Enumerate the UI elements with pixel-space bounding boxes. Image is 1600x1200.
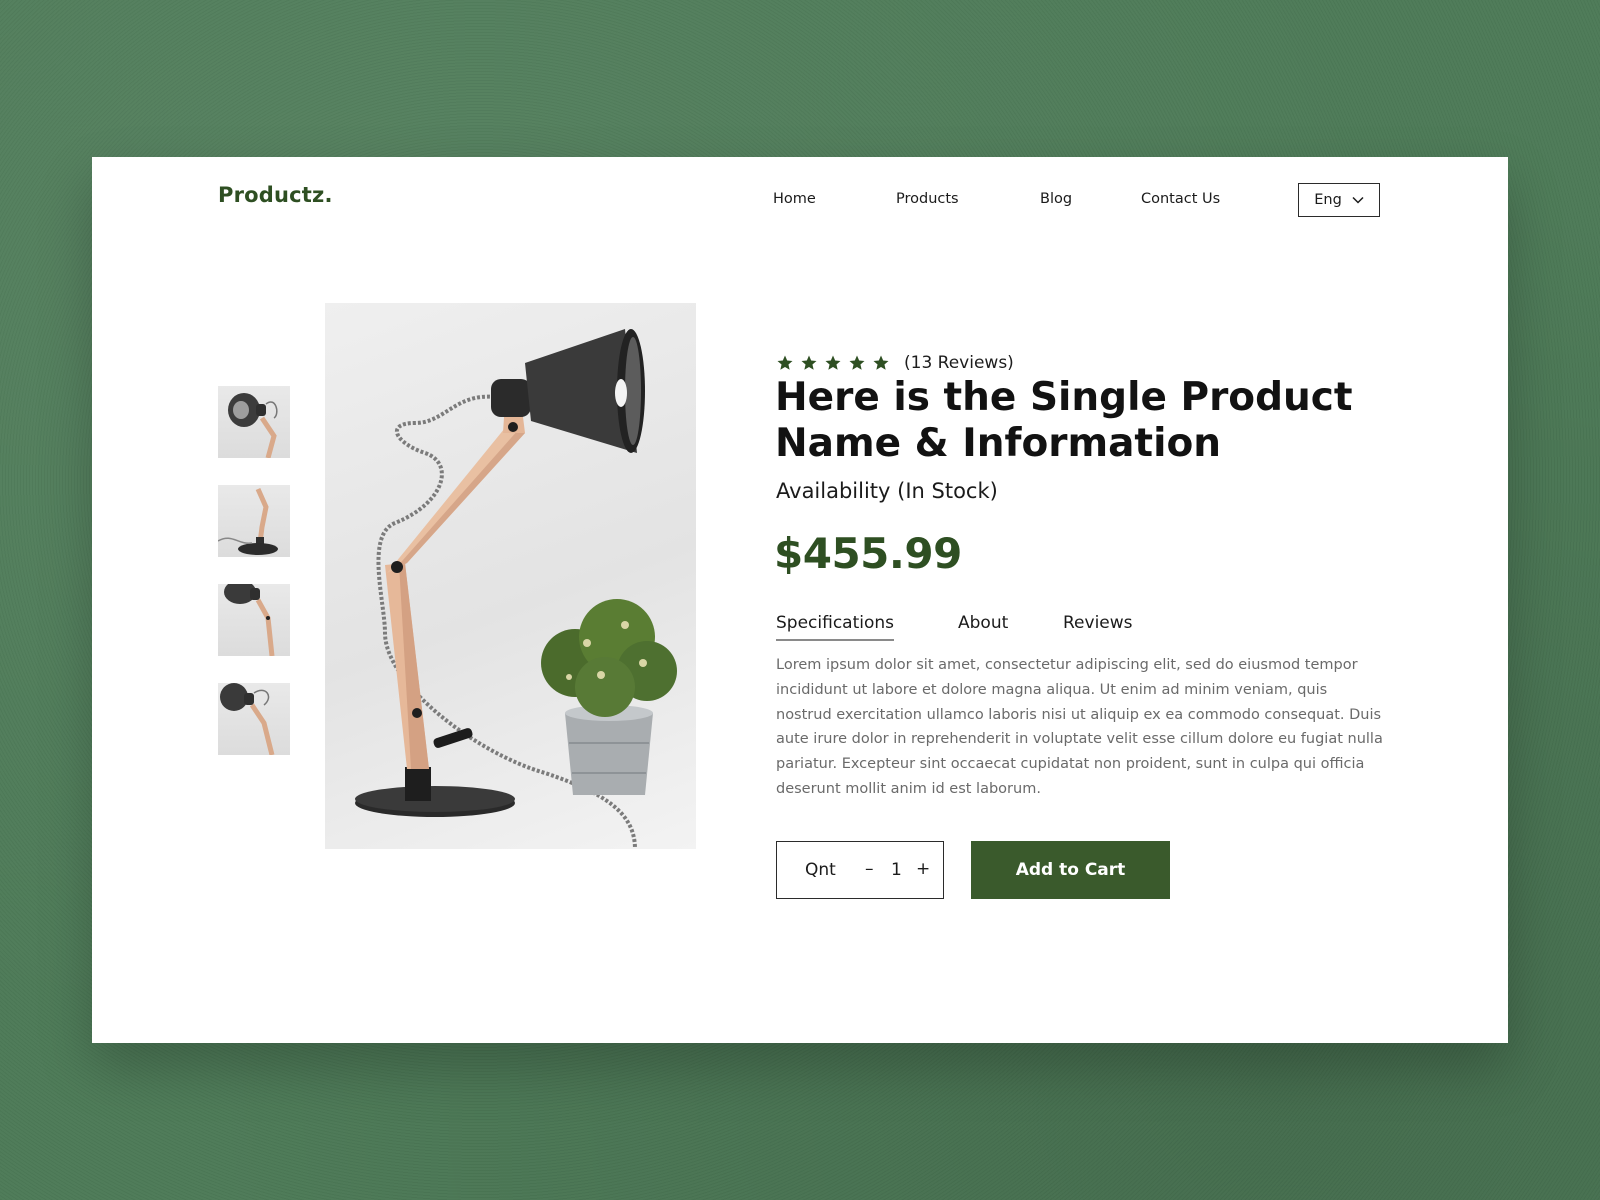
quantity-value[interactable]: 1 xyxy=(891,860,902,880)
tab-specifications[interactable]: Specifications xyxy=(776,613,895,641)
reviews-count[interactable]: (13 Reviews) xyxy=(904,353,1014,373)
availability-status: Availability (In Stock) xyxy=(776,479,998,503)
chevron-down-icon xyxy=(1352,196,1364,204)
lamp-arm-thumbnail-image xyxy=(224,584,275,656)
thumbnail-3[interactable] xyxy=(218,584,290,656)
star-icon xyxy=(825,355,841,370)
star-icon xyxy=(873,355,889,370)
rating: (13 Reviews) xyxy=(776,353,1014,373)
thumbnail-1[interactable] xyxy=(218,386,290,458)
product-main-image xyxy=(325,303,696,849)
star-icon xyxy=(801,355,817,370)
tab-about[interactable]: About xyxy=(958,613,1008,639)
nav-blog[interactable]: Blog xyxy=(1040,191,1072,207)
lamp-base-thumbnail-image xyxy=(218,487,278,555)
nav-contact-us[interactable]: Contact Us xyxy=(1141,191,1220,207)
thumbnail-2[interactable] xyxy=(218,485,290,557)
tab-reviews[interactable]: Reviews xyxy=(1063,613,1133,639)
product-title: Here is the Single Product Name & Inform… xyxy=(775,375,1353,466)
desk-lamp-illustration xyxy=(355,329,677,849)
product-card: Productz. Home Products Blog Contact Us … xyxy=(92,157,1508,1043)
star-icon xyxy=(849,355,865,370)
product-description: Lorem ipsum dolor sit amet, consectetur … xyxy=(776,657,1383,797)
language-value: Eng xyxy=(1314,192,1342,208)
quantity-stepper: Qnt – 1 + xyxy=(776,841,944,899)
product-price: $455.99 xyxy=(774,529,962,578)
thumbnail-4[interactable] xyxy=(218,683,290,755)
lamp-head-thumbnail-image xyxy=(228,393,278,458)
nav-home[interactable]: Home xyxy=(773,191,816,207)
language-select[interactable]: Eng xyxy=(1298,183,1380,217)
increase-quantity-button[interactable]: + xyxy=(916,859,930,879)
quantity-label: Qnt xyxy=(805,860,836,880)
lamp-side-thumbnail-image xyxy=(220,683,275,755)
decrease-quantity-button[interactable]: – xyxy=(865,859,874,879)
add-to-cart-button[interactable]: Add to Cart xyxy=(971,841,1170,899)
logo[interactable]: Productz. xyxy=(218,183,333,207)
star-icon xyxy=(777,355,793,370)
nav-products[interactable]: Products xyxy=(896,191,959,207)
